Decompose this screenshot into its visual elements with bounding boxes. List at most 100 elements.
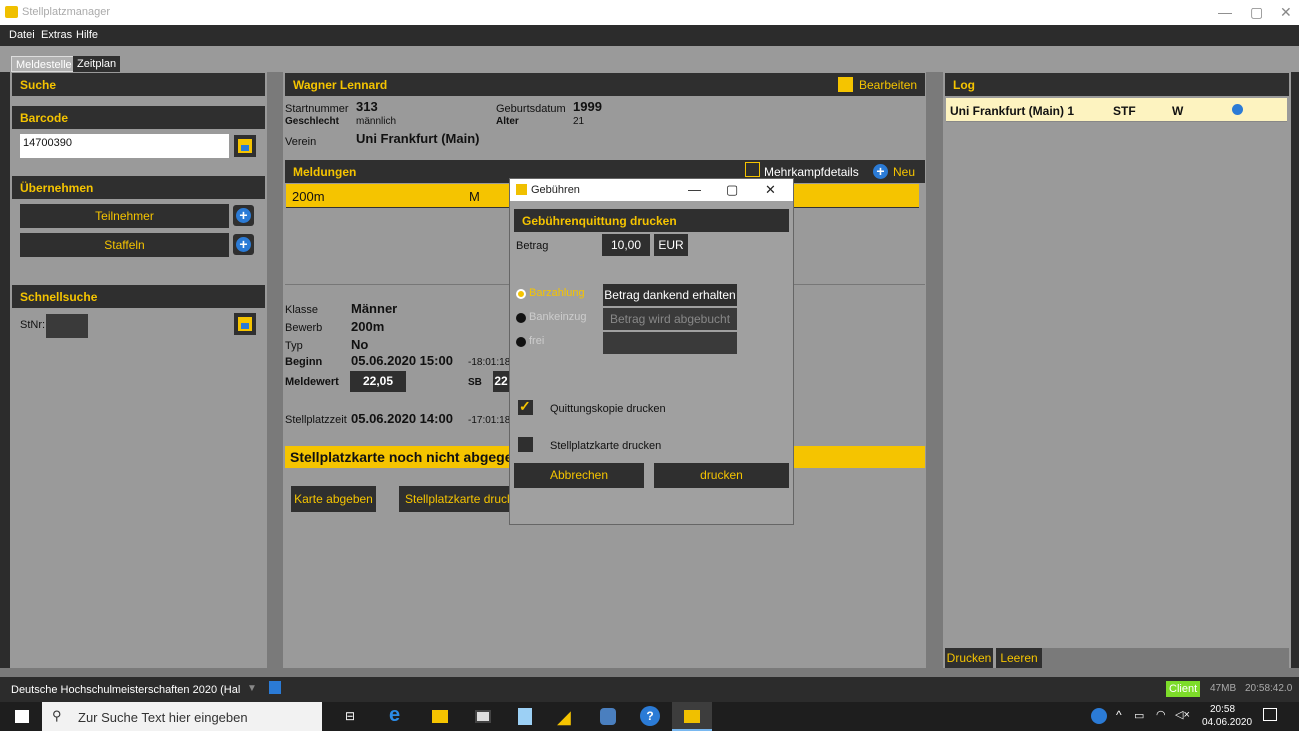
tab-zeitplan[interactable]: Zeitplan [73, 56, 121, 72]
alter-label: Alter [496, 116, 519, 127]
event-selector[interactable]: Deutsche Hochschulmeisterschaften 2020 (… [11, 684, 240, 696]
dialog-close-button[interactable]: ✕ [765, 182, 776, 198]
search-placeholder: Zur Suche Text hier eingeben [78, 710, 248, 725]
right-border [1291, 72, 1299, 677]
sb-value[interactable]: 22 [493, 371, 509, 392]
frei-radio[interactable] [516, 337, 526, 347]
bankeinzug-radio[interactable] [516, 313, 526, 323]
stellplatzmanager-icon [684, 710, 700, 723]
menu-datei[interactable]: Datei [9, 29, 35, 41]
uebernehmen-header: Übernehmen [12, 176, 265, 199]
log-leeren-button[interactable]: Leeren [996, 648, 1042, 668]
startnummer-label: Startnummer [285, 103, 349, 115]
wifi-icon[interactable]: ◠ [1156, 708, 1166, 721]
splitter-right[interactable] [926, 72, 943, 677]
terminal-icon[interactable] [475, 710, 491, 723]
neu-button[interactable]: Neu [893, 165, 915, 179]
teilnehmer-button[interactable]: Teilnehmer [20, 204, 229, 228]
currency-value[interactable]: EUR [654, 234, 688, 256]
geschlecht-value: männlich [356, 116, 397, 127]
client-badge: Client [1166, 681, 1201, 697]
log-sex: W [1172, 104, 1184, 118]
verein-value: Uni Frankfurt (Main) [356, 131, 480, 146]
menu-extras[interactable]: Extras [41, 29, 72, 41]
stellplatzzeit-value: 05.06.2020 14:00 [351, 411, 453, 426]
typ-value: No [351, 337, 369, 352]
chevron-down-icon[interactable]: ▼ [247, 683, 257, 694]
log-drucken-button[interactable]: Drucken [945, 648, 993, 668]
clock-time[interactable]: 20:58 [1210, 704, 1235, 715]
karte-abgeben-button[interactable]: Karte abgeben [291, 486, 376, 512]
help-tray-icon[interactable] [1091, 708, 1107, 724]
meldung-sex: M [469, 189, 480, 204]
app-icon [516, 184, 527, 195]
document-icon[interactable] [518, 708, 532, 725]
quittungskopie-checkbox[interactable] [518, 398, 533, 415]
betrag-input[interactable]: 10,00 [602, 234, 650, 256]
neu-plus-icon[interactable] [870, 161, 891, 182]
battery-icon[interactable]: ▭ [1134, 709, 1144, 722]
abbrechen-button[interactable]: Abbrechen [514, 463, 644, 488]
menu-hilfe[interactable]: Hilfe [76, 29, 98, 41]
betrag-abgebucht-button[interactable]: Betrag wird abgebucht [603, 308, 737, 330]
barzahlung-label: Barzahlung [529, 287, 585, 299]
schnellsuche-scan-button[interactable] [234, 313, 256, 335]
barcode-scan-button[interactable] [234, 135, 256, 157]
frei-input[interactable] [603, 332, 737, 354]
meldewert-value[interactable]: 22,05 [350, 371, 406, 392]
edge-icon[interactable]: e [389, 704, 400, 727]
barzahlung-radio[interactable] [516, 289, 526, 299]
app-icon-blue[interactable] [600, 708, 616, 725]
klasse-label: Klasse [285, 304, 319, 316]
stellplatzkarte-drucken-button[interactable]: Stellplatzkarte drucken [399, 486, 511, 512]
add-teilnehmer-icon[interactable] [233, 205, 254, 226]
bewerb-value: 200m [351, 319, 385, 334]
taskbar-search[interactable]: ⚲ Zur Suche Text hier eingeben [42, 702, 322, 731]
dialog-header: Gebührenquittung drucken [514, 209, 789, 232]
mehrkampf-checkbox[interactable] [745, 162, 760, 177]
bearbeiten-button[interactable]: Bearbeiten [859, 78, 917, 92]
barcode-input[interactable]: 14700390 [20, 134, 229, 158]
meldung-event: 200m [292, 189, 325, 204]
chevron-up-icon[interactable]: ^ [1116, 708, 1122, 722]
bankeinzug-label: Bankeinzug [529, 311, 587, 323]
volume-icon[interactable]: ◁× [1175, 708, 1190, 721]
barcode-header: Barcode [12, 106, 265, 129]
save-icon[interactable] [269, 681, 281, 694]
geburtsdatum-label: Geburtsdatum [496, 103, 566, 115]
dialog-titlebar: Gebühren — ▢ ✕ [510, 179, 793, 201]
stnr-input[interactable] [46, 314, 88, 338]
beginn-value: 05.06.2020 15:00 [351, 353, 453, 368]
clock-date[interactable]: 04.06.2020 [1202, 717, 1252, 728]
window-title: Stellplatzmanager [22, 6, 111, 18]
pen-icon[interactable]: ◢ [557, 707, 571, 728]
tab-meldestelle[interactable]: Meldestelle [11, 56, 77, 72]
help-icon[interactable]: ? [640, 706, 660, 726]
edit-icon [838, 77, 853, 92]
taskbar: ⚲ Zur Suche Text hier eingeben ⊟ e ◢ ? ^… [0, 702, 1299, 731]
add-staffeln-icon[interactable] [233, 234, 254, 255]
startnummer-value: 313 [356, 99, 378, 114]
log-code: STF [1113, 104, 1136, 118]
splitter-left[interactable] [267, 72, 283, 677]
staffeln-button[interactable]: Staffeln [20, 233, 229, 257]
close-button[interactable]: ✕ [1280, 4, 1292, 21]
maximize-button[interactable]: ▢ [1250, 4, 1263, 21]
log-row[interactable]: Uni Frankfurt (Main) 1 STF W [946, 98, 1287, 122]
typ-label: Typ [285, 340, 303, 352]
task-view-icon[interactable]: ⊟ [345, 709, 355, 723]
meldewert-label: Meldewert [285, 376, 339, 388]
stellplatzkarte-checkbox[interactable] [518, 437, 533, 452]
image-icon [238, 139, 252, 153]
windows-start-icon[interactable] [15, 710, 29, 723]
memory-usage: 47MB [1210, 683, 1237, 694]
notification-icon[interactable] [1263, 708, 1277, 721]
klasse-value: Männer [351, 301, 398, 316]
dialog-minimize-button[interactable]: — [688, 182, 701, 197]
explorer-icon[interactable] [432, 710, 448, 723]
minimize-button[interactable]: — [1218, 4, 1232, 20]
stnr-label: StNr: [20, 319, 46, 331]
betrag-erhalten-button[interactable]: Betrag dankend erhalten [603, 284, 737, 306]
drucken-button[interactable]: drucken [654, 463, 789, 488]
dialog-maximize-button[interactable]: ▢ [726, 182, 738, 198]
